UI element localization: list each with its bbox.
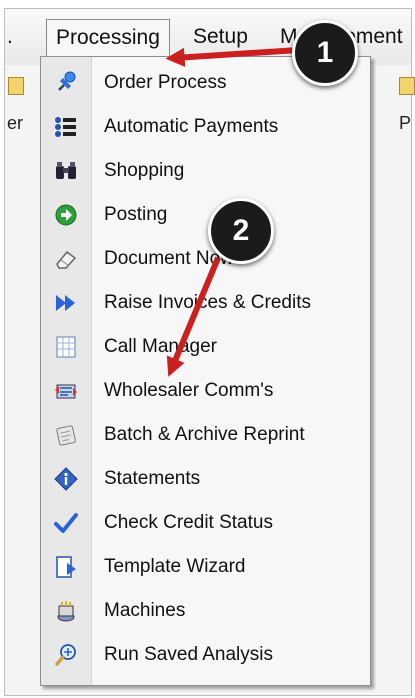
menu-item-run-saved-analysis[interactable]: Run Saved Analysis <box>41 633 370 677</box>
pushpin-icon <box>41 61 91 105</box>
menu-item-statements[interactable]: Statements <box>41 457 370 501</box>
menu-item-label: Run Saved Analysis <box>104 644 273 665</box>
machine-icon <box>41 589 91 633</box>
binoculars-icon <box>41 149 91 193</box>
menu-item-label: Statements <box>104 468 201 489</box>
document-arrow-icon <box>41 545 91 589</box>
archive-icon <box>41 413 91 457</box>
annotation-badge-2: 2 <box>208 198 274 264</box>
menu-item-label: Posting <box>104 204 168 225</box>
menu-item-wholesaler-comms[interactable]: Wholesaler Comm's <box>41 369 370 413</box>
menu-item-raise-invoices-credits[interactable]: Raise Invoices & Credits <box>41 281 370 325</box>
menu-item-label: Shopping <box>104 160 185 181</box>
magnifier-icon <box>41 633 91 677</box>
menu-item-label: Wholesaler Comm's <box>104 380 274 401</box>
menubar-item-setup[interactable]: Setup <box>193 19 248 55</box>
green-arrow-circle-icon <box>41 193 91 237</box>
menu-item-machines[interactable]: Machines <box>41 589 370 633</box>
menu-item-posting[interactable]: Posting <box>41 193 370 237</box>
bullet-list-icon <box>41 105 91 149</box>
eraser-icon <box>41 237 91 281</box>
toolbar-right-label: P <box>399 113 412 133</box>
menu-item-automatic-payments[interactable]: Automatic Payments <box>41 105 370 149</box>
menu-item-label: Automatic Payments <box>104 116 279 137</box>
menu-item-label: Template Wizard <box>104 556 246 577</box>
menu-item-batch-archive-reprint[interactable]: Batch & Archive Reprint <box>41 413 370 457</box>
menu-item-label: Machines <box>104 600 186 621</box>
menu-item-label: Order Process <box>104 72 227 93</box>
annotation-badge-1: 1 <box>292 20 358 86</box>
menu-item-call-manager[interactable]: Call Manager <box>41 325 370 369</box>
menu-item-label: Check Credit Status <box>104 512 273 533</box>
menu-item-label: Call Manager <box>104 336 217 357</box>
menubar-item-partial[interactable]: . <box>7 19 13 55</box>
menu-item-label: Batch & Archive Reprint <box>104 424 305 445</box>
toolbar-left-icon[interactable] <box>8 77 24 95</box>
double-arrow-icon <box>41 281 91 325</box>
menu-item-shopping[interactable]: Shopping <box>41 149 370 193</box>
menu-item-template-wizard[interactable]: Template Wizard <box>41 545 370 589</box>
menu-item-document-now[interactable]: Document Now <box>41 237 370 281</box>
grid-sheet-icon <box>41 325 91 369</box>
checkmark-icon <box>41 501 91 545</box>
toolbar-left-label: er <box>7 113 24 133</box>
toolbar-right-icon[interactable] <box>399 77 415 95</box>
sync-icon <box>41 369 91 413</box>
menu-item-label: Raise Invoices & Credits <box>104 292 311 313</box>
menubar-item-processing[interactable]: Processing <box>46 19 170 56</box>
info-diamond-icon <box>41 457 91 501</box>
processing-dropdown-menu: Order Process Automatic Payments Shoppin… <box>40 56 371 686</box>
menu-item-check-credit-status[interactable]: Check Credit Status <box>41 501 370 545</box>
